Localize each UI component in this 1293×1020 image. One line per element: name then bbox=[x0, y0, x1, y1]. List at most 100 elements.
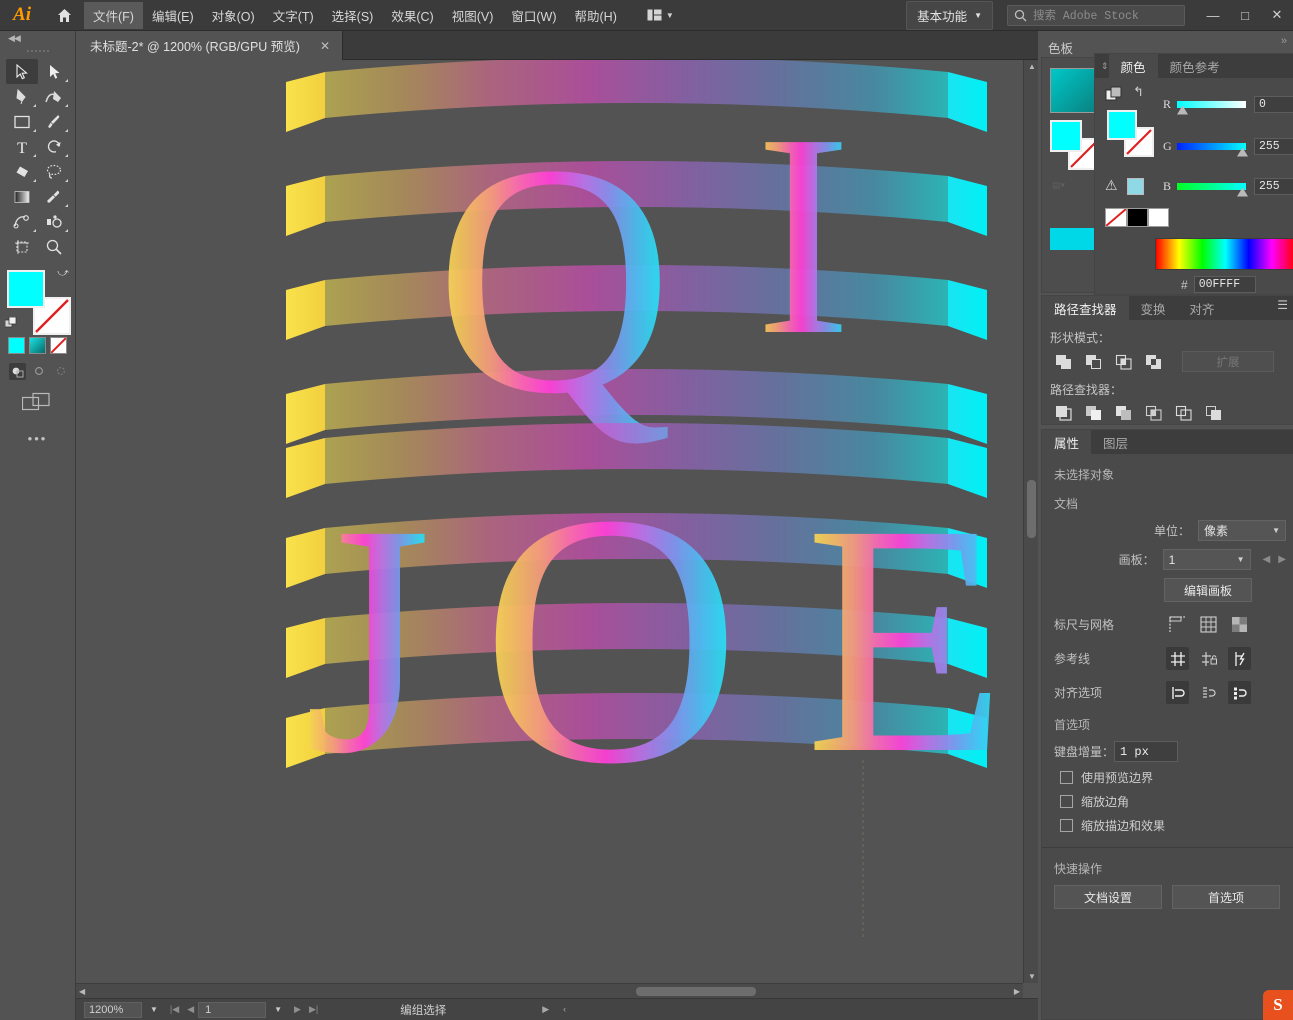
show-rulers-icon[interactable] bbox=[1166, 613, 1189, 636]
rectangle-tool[interactable] bbox=[6, 109, 38, 134]
artboard-number-field[interactable]: 1 bbox=[198, 1001, 267, 1018]
scale-corners-checkbox[interactable] bbox=[1060, 795, 1073, 808]
gradient-tool[interactable] bbox=[6, 184, 38, 209]
lock-guides-icon[interactable] bbox=[1197, 647, 1220, 670]
minus-back-icon[interactable] bbox=[1202, 403, 1224, 423]
exclude-icon[interactable] bbox=[1142, 352, 1164, 372]
lasso-tool[interactable] bbox=[38, 159, 70, 184]
snap-to-pixel-icon[interactable] bbox=[1228, 681, 1251, 704]
slider-value-r[interactable]: 0 bbox=[1254, 95, 1293, 113]
menu-effect[interactable]: 效果(C) bbox=[382, 2, 442, 29]
direct-selection-tool[interactable] bbox=[38, 59, 70, 84]
close-icon[interactable]: ✕ bbox=[320, 39, 330, 53]
arrange-documents-icon[interactable]: ▼ bbox=[640, 6, 681, 24]
tab-properties[interactable]: 属性 bbox=[1042, 430, 1092, 454]
scroll-up-icon[interactable]: ▲ bbox=[1028, 62, 1036, 71]
slider-value-b[interactable]: 255 bbox=[1254, 177, 1293, 195]
default-fill-stroke-icon[interactable] bbox=[4, 316, 17, 329]
artboard-next-icon[interactable]: ▶ bbox=[1278, 554, 1286, 565]
tab-color-guide[interactable]: 颜色参考 bbox=[1158, 54, 1232, 78]
preferences-button[interactable]: 首选项 bbox=[1172, 885, 1280, 909]
show-transparency-grid-icon[interactable] bbox=[1228, 613, 1251, 636]
snap-to-point-icon[interactable] bbox=[1166, 681, 1189, 704]
menu-edit[interactable]: 编辑(E) bbox=[143, 2, 203, 29]
artboard-prev-icon[interactable]: ◀ bbox=[1263, 554, 1271, 565]
crop-icon[interactable] bbox=[1142, 403, 1164, 423]
revert-color-icon[interactable]: ↰ bbox=[1133, 84, 1144, 100]
white-color-swatch[interactable] bbox=[1148, 208, 1169, 227]
menu-object[interactable]: 对象(O) bbox=[203, 2, 264, 29]
smart-guides-icon[interactable] bbox=[1228, 647, 1251, 670]
gradient-mode-button[interactable] bbox=[29, 337, 46, 354]
swap-fill-stroke-icon[interactable]: ⤻ bbox=[57, 267, 69, 280]
fill-swatch[interactable] bbox=[7, 270, 45, 308]
toolbar-grip[interactable] bbox=[0, 46, 75, 56]
apply-fill-stroke-icon[interactable] bbox=[1105, 86, 1127, 104]
menu-view[interactable]: 视图(V) bbox=[443, 2, 503, 29]
canvas-viewport[interactable]: Q I J O E bbox=[76, 60, 1023, 983]
status-next-icon[interactable]: ▶ bbox=[542, 1004, 549, 1015]
minimize-button[interactable]: — bbox=[1197, 0, 1229, 31]
slider-track-r[interactable] bbox=[1177, 100, 1246, 115]
outline-icon[interactable] bbox=[1172, 403, 1194, 423]
show-guides-icon[interactable] bbox=[1166, 647, 1189, 670]
h-scrollbar[interactable]: ◀ ▶ bbox=[76, 983, 1023, 998]
home-icon[interactable] bbox=[44, 0, 84, 31]
menu-type[interactable]: 文字(T) bbox=[264, 2, 323, 29]
paintbrush-tool[interactable] bbox=[38, 109, 70, 134]
none-color-swatch[interactable] bbox=[1105, 208, 1127, 227]
curvature-tool[interactable] bbox=[38, 84, 70, 109]
menu-help[interactable]: 帮助(H) bbox=[566, 2, 626, 29]
last-artboard-button[interactable]: ▶| bbox=[305, 1004, 322, 1015]
swatches-fill-swatch[interactable] bbox=[1050, 120, 1082, 152]
keyboard-increment-input[interactable]: 1 px bbox=[1114, 741, 1179, 762]
zoom-tool[interactable] bbox=[38, 234, 70, 259]
zoom-level-field[interactable]: 1200% bbox=[84, 1001, 142, 1018]
workspace-switcher[interactable]: 基本功能 ▼ bbox=[906, 0, 993, 30]
document-tab[interactable]: 未标题-2* @ 1200% (RGB/GPU 预览) ✕ bbox=[76, 31, 344, 60]
search-input[interactable]: 搜索 Adobe Stock bbox=[1007, 4, 1185, 26]
swatches-panel[interactable]: 色板 ▤▾ bbox=[1041, 42, 1114, 293]
menu-window[interactable]: 窗口(W) bbox=[502, 2, 565, 29]
scale-strokes-checkbox[interactable] bbox=[1060, 819, 1073, 832]
panel-menu-icon[interactable]: ☰ bbox=[1277, 299, 1288, 311]
eyedropper-tool[interactable] bbox=[38, 184, 70, 209]
first-artboard-button[interactable]: |◀ bbox=[166, 1004, 183, 1015]
rotate-tool[interactable] bbox=[38, 134, 70, 159]
color-mode-button[interactable] bbox=[8, 337, 25, 354]
adobe-badge-icon[interactable]: S bbox=[1263, 990, 1293, 1020]
color-spectrum-bar[interactable] bbox=[1155, 238, 1293, 270]
edit-artboards-button[interactable]: 编辑画板 bbox=[1164, 578, 1252, 602]
scroll-left-icon[interactable]: ◀ bbox=[79, 987, 85, 996]
preview-bounds-checkbox-row[interactable]: 使用预览边界 bbox=[1042, 762, 1293, 786]
color-fill-swatch[interactable] bbox=[1107, 110, 1137, 140]
hex-input[interactable]: 00FFFF bbox=[1193, 276, 1256, 293]
intersect-icon[interactable] bbox=[1112, 352, 1134, 372]
out-of-gamut-swatch[interactable] bbox=[1127, 178, 1144, 195]
toolbar-collapse-button[interactable]: ◀◀ bbox=[0, 31, 75, 46]
expand-button[interactable]: 扩展 bbox=[1182, 351, 1274, 372]
preview-bounds-checkbox[interactable] bbox=[1060, 771, 1073, 784]
eraser-tool[interactable] bbox=[6, 159, 38, 184]
toolbar-more-icon[interactable]: ••• bbox=[0, 417, 75, 446]
black-color-swatch[interactable] bbox=[1127, 208, 1148, 227]
slider-track-b[interactable] bbox=[1177, 182, 1248, 197]
scale-strokes-checkbox-row[interactable]: 缩放描边和效果 bbox=[1042, 810, 1293, 834]
tab-align[interactable]: 对齐 bbox=[1178, 296, 1227, 320]
merge-icon[interactable] bbox=[1112, 403, 1134, 423]
artboard-dropdown-icon[interactable]: ▼ bbox=[266, 1005, 290, 1014]
tab-pathfinder[interactable]: 路径查找器 bbox=[1042, 296, 1129, 320]
canvas-area[interactable]: Q I J O E ▲ ▼ ◀ ▶ bbox=[76, 60, 1038, 998]
document-setup-button[interactable]: 文档设置 bbox=[1054, 885, 1162, 909]
blend-tool[interactable] bbox=[6, 209, 38, 234]
artboard-tool[interactable] bbox=[6, 234, 38, 259]
next-artboard-button[interactable]: ▶ bbox=[290, 1004, 305, 1015]
trim-icon[interactable] bbox=[1082, 403, 1104, 423]
artboard-select[interactable]: 1 ▼ bbox=[1162, 549, 1251, 570]
snap-to-grid-icon[interactable] bbox=[1197, 681, 1220, 704]
draw-inside-icon[interactable] bbox=[53, 363, 70, 380]
units-select[interactable]: 像素 ▼ bbox=[1198, 520, 1286, 541]
pen-tool[interactable] bbox=[6, 84, 38, 109]
minus-front-icon[interactable] bbox=[1082, 352, 1104, 372]
scroll-right-icon[interactable]: ▶ bbox=[1014, 987, 1020, 996]
